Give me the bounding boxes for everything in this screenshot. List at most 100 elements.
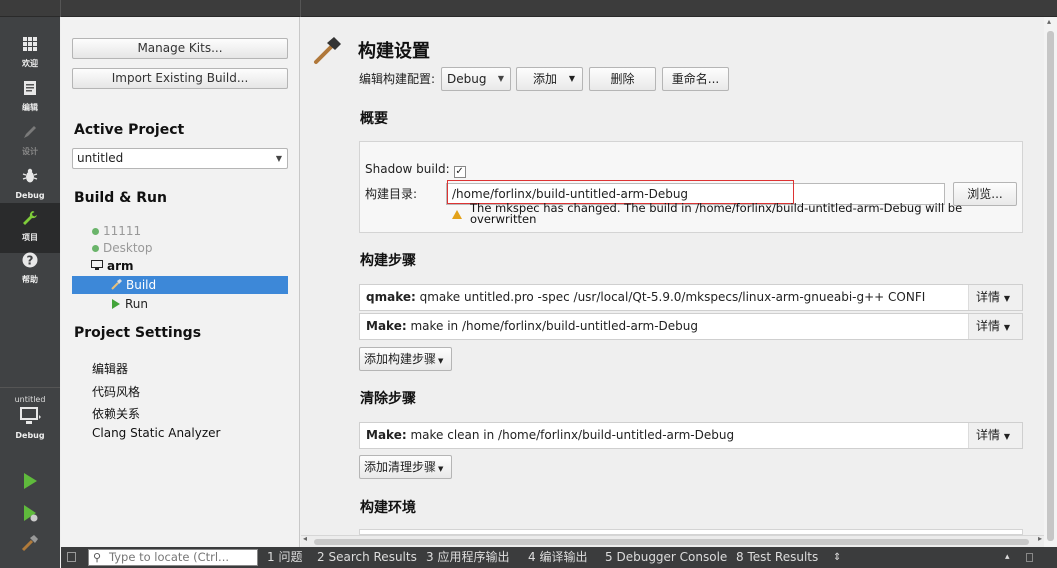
output-tab-debugger[interactable]: 5 Debugger Console	[605, 547, 727, 568]
tree-item-run[interactable]: Run	[72, 295, 288, 313]
mode-welcome[interactable]: 欢迎	[0, 29, 60, 79]
tree-item-label: Run	[125, 297, 149, 311]
toggle-pane-icon[interactable]	[1026, 553, 1033, 562]
debug-run-icon[interactable]	[21, 504, 39, 522]
kit-item[interactable]: arm	[72, 257, 288, 275]
mode-label: 欢迎	[22, 59, 38, 68]
manage-kits-button[interactable]: Manage Kits...	[72, 38, 288, 59]
active-project-value: untitled	[77, 151, 124, 165]
scrollbar-thumb[interactable]	[1047, 31, 1054, 541]
edit-doc-icon	[24, 81, 36, 95]
kit-label: 11111	[103, 224, 142, 238]
add-build-step-button[interactable]: 添加构建步骤 ▼	[359, 347, 452, 371]
tab-label: 问题	[278, 550, 303, 564]
mode-help[interactable]: ? 帮助	[0, 245, 60, 295]
step-kind: Make:	[366, 428, 407, 442]
add-config-button[interactable]: 添加 ▼	[516, 67, 583, 91]
step-command: make in /home/forlinx/build-untitled-arm…	[406, 319, 699, 333]
kit-selector[interactable]: untitled Debug	[0, 395, 60, 453]
more-tabs-icon[interactable]: ⇕	[833, 547, 841, 568]
settings-item-clang-analyzer[interactable]: Clang Static Analyzer	[92, 426, 220, 440]
mode-edit[interactable]: 编辑	[0, 73, 60, 123]
scrollbar-thumb[interactable]	[314, 539, 1029, 545]
details-label: 详情	[976, 290, 1001, 304]
details-button[interactable]: 详情 ▼	[968, 423, 1022, 448]
tab-label: Search Results	[328, 550, 417, 564]
chevron-down-icon: ▼	[497, 74, 504, 83]
kit-mode-label: Debug	[15, 431, 45, 440]
output-tab-app-output[interactable]: 3 应用程序输出	[426, 547, 509, 568]
kit-status-icon	[92, 228, 99, 235]
tree-item-label: Build	[126, 278, 157, 292]
step-kind: qmake:	[366, 290, 416, 304]
monitor-icon	[91, 260, 103, 270]
build-settings-panel: 构建设置 编辑构建配置: Debug ▼ 添加 ▼ 删除 重命名... 概要 S…	[301, 17, 1057, 547]
locator-input[interactable]: ⚲ Type to locate (Ctrl...	[88, 549, 258, 566]
details-label: 详情	[976, 428, 1001, 442]
hammer-icon	[111, 279, 122, 290]
rename-config-button[interactable]: 重命名...	[662, 67, 729, 91]
build-step-text: Make: make in /home/forlinx/build-untitl…	[366, 314, 926, 339]
details-button[interactable]: 详情 ▼	[968, 314, 1022, 339]
tab-label: 编译输出	[539, 550, 588, 564]
active-project-combo[interactable]: untitled ▼	[72, 148, 288, 169]
build-config-combo[interactable]: Debug ▼	[441, 67, 511, 91]
output-tab-compile[interactable]: 4 编译输出	[528, 547, 587, 568]
kit-label: Desktop	[103, 241, 153, 255]
import-build-button[interactable]: Import Existing Build...	[72, 68, 288, 89]
tree-item-build[interactable]: Build	[72, 276, 288, 294]
warning-icon	[452, 210, 462, 219]
kit-item[interactable]: 11111	[72, 222, 288, 240]
clean-step-row[interactable]: Make: make clean in /home/forlinx/build-…	[359, 422, 1023, 449]
build-steps-title: 构建步骤	[360, 253, 416, 269]
scroll-left-icon[interactable]: ◂	[303, 534, 307, 543]
kit-item[interactable]: Desktop	[72, 239, 288, 257]
top-toolbar	[0, 0, 1057, 17]
mode-label: 编辑	[22, 103, 38, 112]
chevron-up-icon[interactable]: ▴	[1005, 547, 1010, 568]
vertical-scrollbar[interactable]: ▴	[1044, 17, 1057, 547]
build-env-title: 构建环境	[360, 500, 416, 516]
tab-label: 应用程序输出	[437, 550, 510, 564]
add-clean-step-button[interactable]: 添加清理步骤 ▼	[359, 455, 452, 479]
build-step-row[interactable]: Make: make in /home/forlinx/build-untitl…	[359, 313, 1023, 340]
highlight-box	[447, 180, 794, 204]
shadow-build-checkbox[interactable]: ✓	[453, 166, 466, 178]
tab-num: 8	[736, 550, 744, 564]
add-build-step-label: 添加构建步骤	[364, 352, 437, 366]
run-icon[interactable]	[21, 472, 39, 490]
tab-num: 1	[267, 550, 275, 564]
scroll-right-icon[interactable]: ▸	[1038, 534, 1042, 543]
toolbar-divider	[300, 0, 301, 17]
details-label: 详情	[976, 319, 1001, 333]
delete-config-button[interactable]: 删除	[589, 67, 656, 91]
shadow-build-label: Shadow build: ✓	[365, 162, 466, 178]
output-tab-tests[interactable]: 8 Test Results	[736, 547, 818, 568]
build-step-row[interactable]: qmake: qmake untitled.pro -spec /usr/loc…	[359, 284, 1023, 311]
build-hammer-icon[interactable]	[21, 534, 39, 552]
output-tab-issues[interactable]: 1 问题	[267, 547, 302, 568]
output-tab-search[interactable]: 2 Search Results	[317, 547, 417, 568]
tab-num: 2	[317, 550, 325, 564]
active-project-title: Active Project	[74, 122, 185, 138]
tab-num: 4	[528, 550, 536, 564]
step-command: make clean in /home/forlinx/build-untitl…	[406, 428, 735, 442]
page-title: 构建设置	[358, 41, 430, 62]
chevron-down-icon: ▼	[275, 154, 282, 163]
search-icon: ⚲	[93, 551, 102, 564]
settings-item-dependencies[interactable]: 依赖关系	[92, 405, 140, 422]
scroll-up-icon[interactable]: ▴	[1047, 17, 1051, 26]
mode-selector: 欢迎 编辑 设计 Debug 项目 ? 帮助 untitled Debug	[0, 17, 60, 568]
hammer-icon	[314, 37, 341, 64]
mode-label: 帮助	[22, 275, 38, 284]
details-button[interactable]: 详情 ▼	[968, 285, 1022, 310]
mode-design[interactable]: 设计	[0, 117, 60, 167]
build-dir-label: 构建目录:	[365, 187, 418, 201]
settings-item-editor[interactable]: 编辑器	[92, 360, 128, 377]
kit-project-label: untitled	[14, 395, 46, 404]
kit-label: arm	[107, 259, 134, 273]
settings-item-code-style[interactable]: 代码风格	[92, 383, 140, 400]
horizontal-scrollbar[interactable]: ◂ ▸	[301, 534, 1044, 547]
toolbar-divider	[60, 0, 61, 17]
sidebar-toggle-icon[interactable]	[67, 552, 76, 562]
